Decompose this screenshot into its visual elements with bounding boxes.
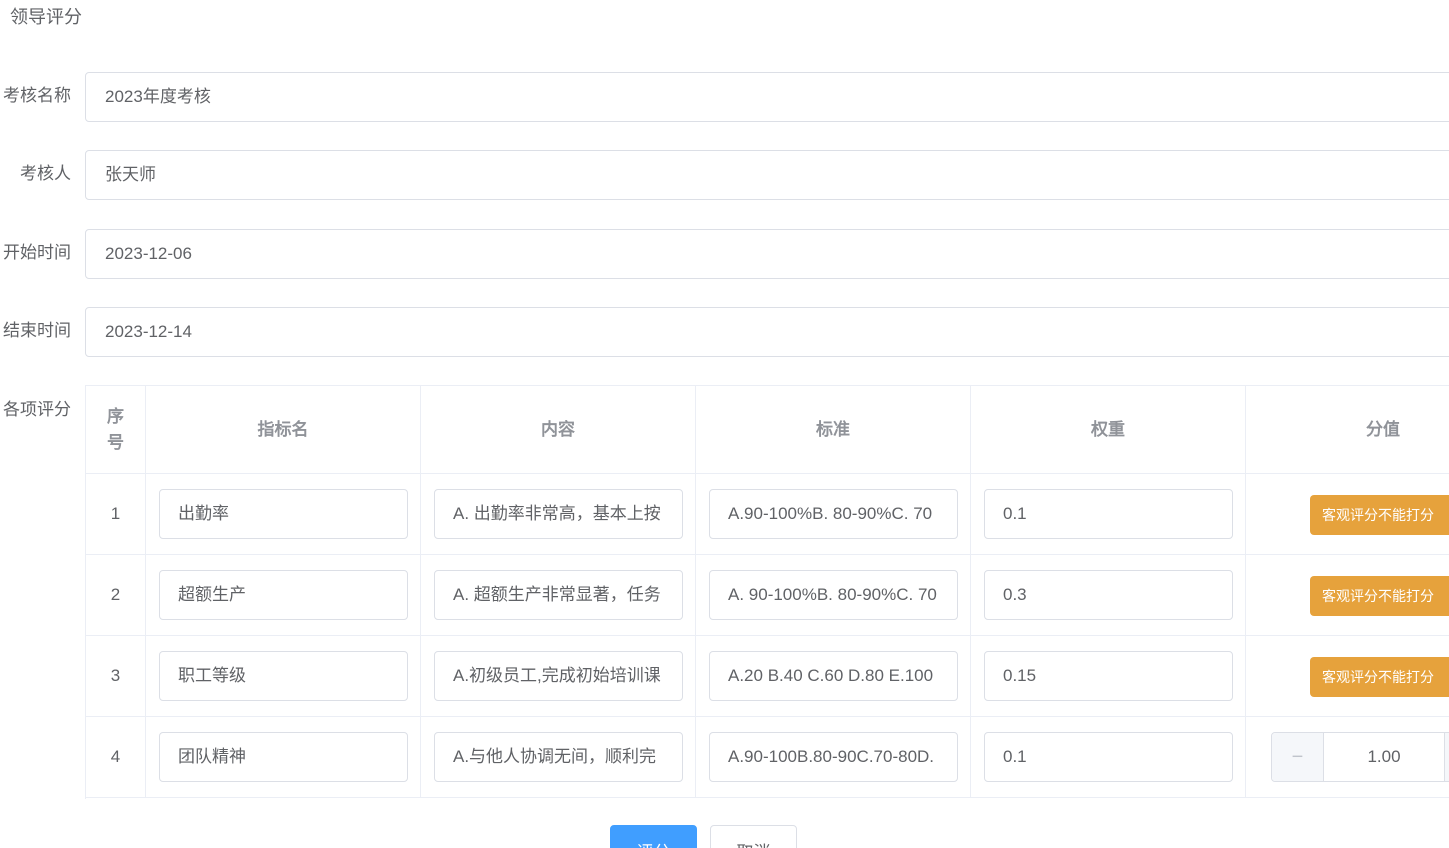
content-input[interactable]: A. 出勤率非常高，基本上按: [434, 489, 683, 539]
assessor-input[interactable]: 张天师: [85, 150, 1449, 200]
table-cell: − 1.00: [1246, 717, 1449, 798]
table-cell: A.90-100%B. 80-90%C. 70: [696, 474, 971, 555]
header-weight: 权重: [971, 386, 1246, 474]
table-cell: 超额生产: [146, 555, 421, 636]
end-time-label: 结束时间: [3, 321, 71, 340]
objective-score-button[interactable]: 客观评分不能打分: [1310, 657, 1449, 697]
table-row-index: 2: [86, 555, 146, 636]
table-cell: 客观评分不能打分: [1246, 474, 1449, 555]
table-cell: 0.1: [971, 717, 1246, 798]
header-index: 序号: [86, 386, 146, 474]
table-cell: 0.3: [971, 555, 1246, 636]
header-content: 内容: [421, 386, 696, 474]
header-score: 分值: [1246, 386, 1449, 474]
standard-input[interactable]: A.20 B.40 C.60 D.80 E.100: [709, 651, 958, 701]
weight-input[interactable]: 0.1: [984, 732, 1233, 782]
indicator-name-input[interactable]: 职工等级: [159, 651, 408, 701]
table-cell: A.90-100B.80-90C.70-80D.: [696, 717, 971, 798]
weight-input[interactable]: 0.3: [984, 570, 1233, 620]
assessment-name-label: 考核名称: [3, 86, 71, 105]
indicator-name-input[interactable]: 团队精神: [159, 732, 408, 782]
weight-input[interactable]: 0.15: [984, 651, 1233, 701]
table-cell: A. 超额生产非常显著，任务: [421, 555, 696, 636]
minus-icon[interactable]: −: [1272, 733, 1324, 781]
table-cell: A. 90-100%B. 80-90%C. 70: [696, 555, 971, 636]
standard-input[interactable]: A.90-100B.80-90C.70-80D.: [709, 732, 958, 782]
standard-input[interactable]: A.90-100%B. 80-90%C. 70: [709, 489, 958, 539]
weight-input[interactable]: 0.1: [984, 489, 1233, 539]
assessment-name-input[interactable]: 2023年度考核: [85, 72, 1449, 122]
page-title: 领导评分: [10, 7, 82, 27]
table-row-index: 4: [86, 717, 146, 798]
cancel-button[interactable]: 取消: [710, 825, 797, 848]
objective-score-button[interactable]: 客观评分不能打分: [1310, 576, 1449, 616]
header-name: 指标名: [146, 386, 421, 474]
start-time-label: 开始时间: [3, 243, 71, 262]
objective-score-button[interactable]: 客观评分不能打分: [1310, 495, 1449, 535]
table-cell: A. 出勤率非常高，基本上按: [421, 474, 696, 555]
end-time-input[interactable]: 2023-12-14: [85, 307, 1449, 357]
indicator-name-input[interactable]: 出勤率: [159, 489, 408, 539]
content-input[interactable]: A. 超额生产非常显著，任务: [434, 570, 683, 620]
items-score-label: 各项评分: [3, 400, 71, 419]
score-stepper[interactable]: − 1.00: [1271, 732, 1449, 782]
standard-input[interactable]: A. 90-100%B. 80-90%C. 70: [709, 570, 958, 620]
assessor-label: 考核人: [20, 164, 71, 183]
indicator-name-input[interactable]: 超额生产: [159, 570, 408, 620]
table-cell: 职工等级: [146, 636, 421, 717]
table-cell: 团队精神: [146, 717, 421, 798]
content-input[interactable]: A.与他人协调无间，顺利完: [434, 732, 683, 782]
header-standard: 标准: [696, 386, 971, 474]
submit-score-button[interactable]: 评分: [610, 825, 697, 848]
score-table: 序号 指标名 内容 标准 权重 分值 1 出勤率 A. 出勤率非常高，基本上按 …: [85, 385, 1449, 799]
table-cell: 客观评分不能打分: [1246, 555, 1449, 636]
table-cell: A.20 B.40 C.60 D.80 E.100: [696, 636, 971, 717]
table-cell: A.初级员工,完成初始培训课: [421, 636, 696, 717]
page: 领导评分 考核名称 2023年度考核 考核人 张天师 开始时间 2023-12-…: [0, 0, 1449, 848]
table-row-index: 1: [86, 474, 146, 555]
table-cell: 0.1: [971, 474, 1246, 555]
table-cell: 客观评分不能打分: [1246, 636, 1449, 717]
content-input[interactable]: A.初级员工,完成初始培训课: [434, 651, 683, 701]
table-cell: A.与他人协调无间，顺利完: [421, 717, 696, 798]
table-cell: 0.15: [971, 636, 1246, 717]
score-value[interactable]: 1.00: [1324, 733, 1444, 781]
table-cell: 出勤率: [146, 474, 421, 555]
table-row-index: 3: [86, 636, 146, 717]
start-time-input[interactable]: 2023-12-06: [85, 229, 1449, 279]
plus-icon[interactable]: [1444, 733, 1449, 781]
